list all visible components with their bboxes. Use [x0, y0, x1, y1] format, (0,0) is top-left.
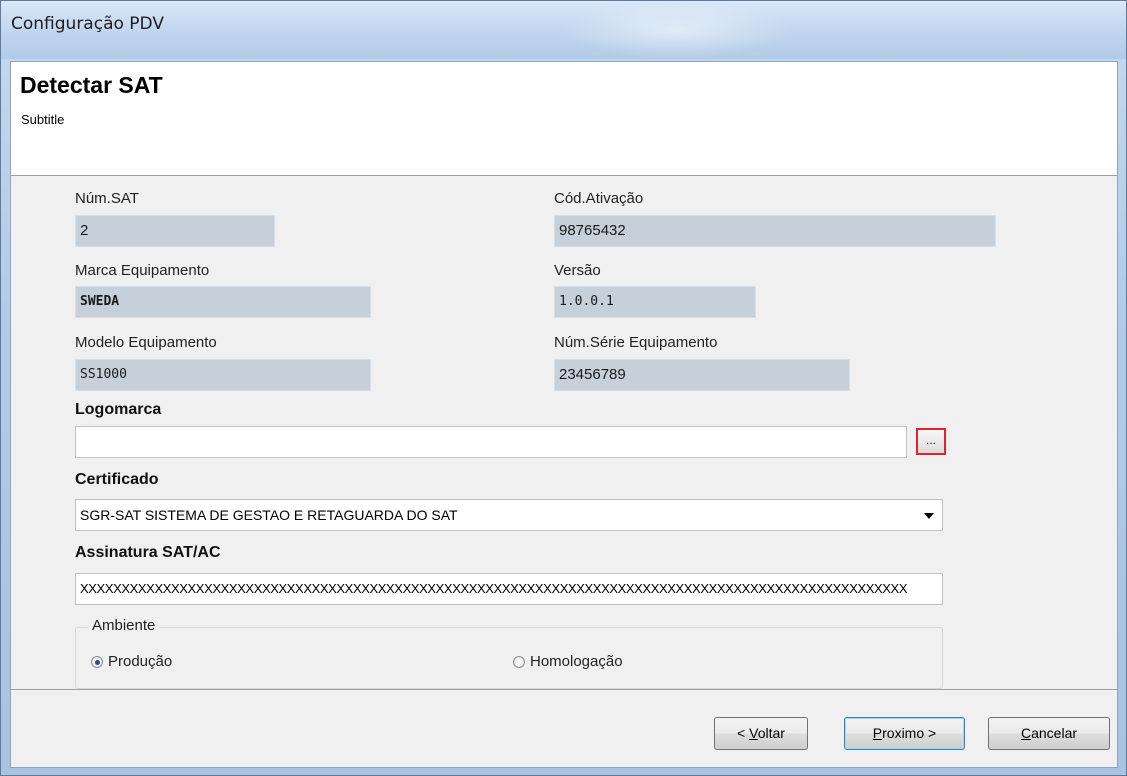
dialog-client-area: Detectar SAT Subtitle Núm.SAT 2 Cód.Ativ… — [10, 61, 1118, 768]
cancel-button-rest: ancelar — [1031, 725, 1078, 741]
chevron-down-icon[interactable] — [924, 513, 934, 519]
num-serie-field: 23456789 — [554, 359, 850, 391]
radio-producao-label: Produção — [108, 653, 173, 670]
dialog-window: Configuração PDV Detectar SAT Subtitle N… — [0, 0, 1127, 776]
next-button-mnemonic: P — [872, 725, 883, 741]
num-sat-field: 2 — [75, 215, 275, 247]
certificado-label: Certificado — [75, 471, 159, 488]
browse-logomarca-button[interactable]: ... — [916, 428, 946, 455]
assinatura-input[interactable]: XXXXXXXXXXXXXXXXXXXXXXXXXXXXXXXXXXXXXXXX… — [75, 573, 943, 605]
radio-checked-icon[interactable] — [91, 655, 103, 668]
radio-unchecked-icon[interactable] — [513, 655, 525, 668]
logomarca-label: Logomarca — [75, 401, 162, 418]
marca-field: SWEDA — [75, 286, 371, 318]
versao-label: Versão — [554, 262, 601, 279]
num-serie-label: Núm.Série Equipamento — [554, 334, 718, 351]
certificado-selected-value: SGR-SAT SISTEMA DE GESTAO E RETAGUARDA D… — [80, 507, 458, 523]
back-button-mnemonic: V — [749, 725, 758, 741]
wizard-header: Detectar SAT Subtitle — [11, 62, 1117, 176]
cod-ativacao-field: 98765432 — [554, 215, 996, 247]
marca-label: Marca Equipamento — [75, 262, 210, 279]
window-title: Configuração PDV — [11, 14, 164, 34]
cancel-button[interactable]: Cancelar — [988, 717, 1110, 750]
ambiente-legend: Ambiente — [88, 617, 160, 634]
next-button[interactable]: Proximo > — [844, 717, 965, 750]
ambiente-groupbox: Ambiente Produção Homologação — [75, 617, 943, 689]
title-bar[interactable]: Configuração PDV — [1, 1, 1126, 59]
next-button-rest: roximo > — [882, 725, 937, 741]
page-title: Detectar SAT — [20, 72, 163, 98]
modelo-field: SS1000 — [75, 359, 371, 391]
assinatura-label: Assinatura SAT/AC — [75, 544, 221, 561]
cod-ativacao-label: Cód.Ativação — [554, 190, 644, 207]
title-bar-glow — [561, 1, 791, 59]
back-button-rest: oltar — [757, 725, 785, 741]
back-button-prefix: < — [737, 725, 750, 741]
versao-field: 1.0.0.1 — [554, 286, 756, 318]
page-subtitle: Subtitle — [21, 112, 65, 127]
footer-separator — [11, 689, 1117, 690]
num-sat-label: Núm.SAT — [75, 190, 139, 207]
radio-homologacao[interactable]: Homologação — [513, 653, 623, 670]
certificado-select[interactable]: SGR-SAT SISTEMA DE GESTAO E RETAGUARDA D… — [75, 499, 943, 531]
radio-homologacao-label: Homologação — [530, 653, 623, 670]
cancel-button-mnemonic: C — [1020, 725, 1032, 741]
modelo-label: Modelo Equipamento — [75, 334, 217, 351]
radio-producao[interactable]: Produção — [91, 653, 172, 670]
back-button[interactable]: < Voltar — [714, 717, 808, 750]
logomarca-path-input[interactable] — [75, 426, 907, 458]
